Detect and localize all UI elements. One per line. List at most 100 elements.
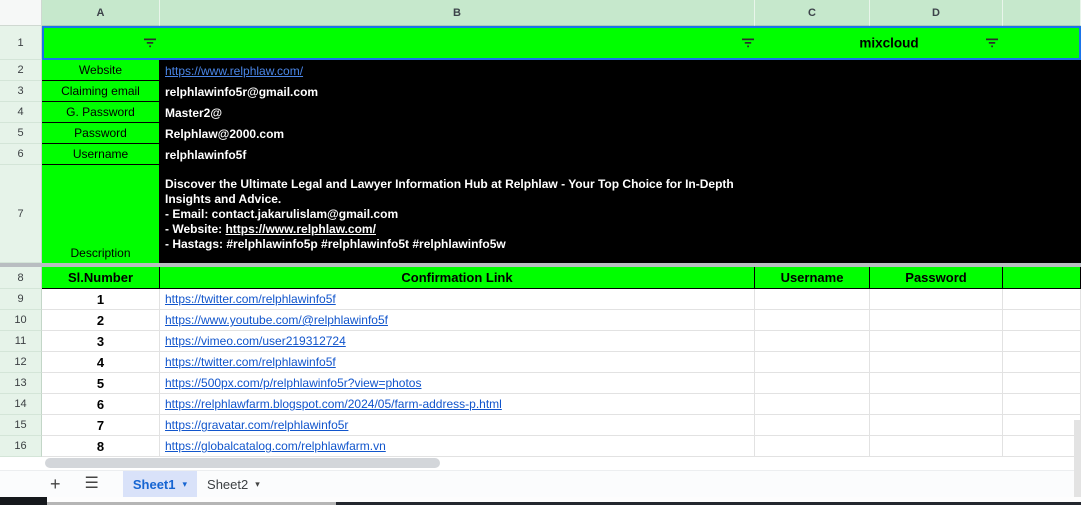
confirmation-link[interactable]: https://twitter.com/relphlawinfo5f [165, 355, 336, 369]
column-header-a[interactable]: A [42, 0, 160, 26]
confirmation-link[interactable]: https://500px.com/p/relphlawinfo5r?view=… [165, 376, 421, 390]
confirmation-link-cell[interactable]: https://twitter.com/relphlawinfo5f [160, 352, 755, 373]
confirmation-link[interactable]: https://twitter.com/relphlawinfo5f [165, 292, 336, 306]
confirmation-link-cell[interactable]: https://twitter.com/relphlawinfo5f [160, 289, 755, 310]
all-sheets-menu-icon[interactable]: ☰ [85, 476, 99, 492]
select-all-corner[interactable] [0, 0, 42, 26]
username-cell[interactable] [755, 415, 870, 436]
confirmation-link-cell[interactable]: https://500px.com/p/relphlawinfo5r?view=… [160, 373, 755, 394]
username-cell[interactable] [755, 373, 870, 394]
column-header-d[interactable]: D [870, 0, 1003, 26]
sl-number-cell[interactable]: 7 [42, 415, 160, 436]
empty-cell[interactable] [1003, 373, 1081, 394]
username-header[interactable]: Username [755, 267, 870, 289]
confirmation-link-cell[interactable]: https://www.youtube.com/@relphlawinfo5f [160, 310, 755, 331]
password-cell[interactable] [870, 373, 1003, 394]
chevron-down-icon[interactable]: ▾ [255, 479, 260, 490]
password-cell[interactable] [870, 415, 1003, 436]
row-number[interactable]: 6 [0, 144, 42, 165]
confirmation-link-cell[interactable]: https://gravatar.com/relphlawinfo5r [160, 415, 755, 436]
password-header[interactable]: Password [870, 267, 1003, 289]
username-cell[interactable] [755, 436, 870, 457]
password-cell[interactable] [870, 394, 1003, 415]
tab-sheet2[interactable]: Sheet2 ▾ [197, 471, 270, 498]
row-number-2[interactable]: 2 [0, 60, 42, 81]
confirmation-link[interactable]: https://gravatar.com/relphlawinfo5r [165, 418, 348, 432]
filter-bar-cell[interactable]: mixcloud [42, 26, 1081, 60]
column-header-e[interactable] [1003, 0, 1081, 26]
column-header-b[interactable]: B [160, 0, 755, 26]
confirmation-link[interactable]: https://vimeo.com/user219312724 [165, 334, 346, 348]
empty-cell[interactable] [1003, 352, 1081, 373]
description-label-cell[interactable]: Description [42, 165, 160, 263]
username-cell[interactable] [755, 352, 870, 373]
add-sheet-button[interactable]: + [50, 475, 61, 493]
empty-header-cell[interactable] [1003, 267, 1081, 289]
password-cell[interactable] [870, 352, 1003, 373]
sl-number-cell[interactable]: 8 [42, 436, 160, 457]
sl-number-cell[interactable]: 6 [42, 394, 160, 415]
row-number[interactable]: 15 [0, 415, 42, 436]
sl-number-cell[interactable]: 2 [42, 310, 160, 331]
empty-cell[interactable] [1003, 331, 1081, 352]
row-number-7[interactable]: 7 [0, 165, 42, 263]
info-value-cell[interactable]: relphlawinfo5f [160, 144, 1081, 165]
empty-cell[interactable] [1003, 436, 1081, 457]
row-number[interactable]: 16 [0, 436, 42, 457]
sl-number-cell[interactable]: 3 [42, 331, 160, 352]
confirmation-link[interactable]: https://globalcatalog.com/relphlawfarm.v… [165, 439, 386, 453]
info-label-cell[interactable]: Claiming email [42, 81, 160, 102]
info-value-cell[interactable]: Relphlaw@2000.com [160, 123, 1081, 144]
username-cell[interactable] [755, 394, 870, 415]
username-cell[interactable] [755, 310, 870, 331]
description-value-cell[interactable]: Discover the Ultimate Legal and Lawyer I… [160, 165, 1081, 263]
info-value-cell[interactable]: Master2@ [160, 102, 1081, 123]
row-number[interactable]: 11 [0, 331, 42, 352]
row-number[interactable]: 13 [0, 373, 42, 394]
tab-sheet1[interactable]: Sheet1 ▾ [122, 470, 198, 498]
confirmation-link[interactable]: https://www.youtube.com/@relphlawinfo5f [165, 313, 388, 327]
password-cell[interactable] [870, 436, 1003, 457]
info-label-cell[interactable]: Username [42, 144, 160, 165]
info-value-cell[interactable]: relphlawinfo5r@gmail.com [160, 81, 1081, 102]
confirmation-link-cell[interactable]: https://globalcatalog.com/relphlawfarm.v… [160, 436, 755, 457]
website-value-cell[interactable]: https://www.relphlaw.com/ [160, 60, 1081, 81]
website-label-cell[interactable]: Website [42, 60, 160, 81]
column-header-c[interactable]: C [755, 0, 870, 26]
password-cell[interactable] [870, 289, 1003, 310]
password-cell[interactable] [870, 331, 1003, 352]
empty-cell[interactable] [1003, 289, 1081, 310]
empty-cell[interactable] [1003, 394, 1081, 415]
row-number-1[interactable]: 1 [0, 26, 42, 60]
vertical-scrollbar[interactable] [1074, 420, 1081, 497]
info-label-cell[interactable]: Password [42, 123, 160, 144]
description-website-link[interactable]: https://www.relphlaw.com/ [225, 222, 375, 236]
row-number[interactable]: 10 [0, 310, 42, 331]
filter-icon[interactable] [143, 38, 157, 48]
username-cell[interactable] [755, 331, 870, 352]
horizontal-scrollbar[interactable] [45, 458, 440, 468]
sl-number-cell[interactable]: 5 [42, 373, 160, 394]
empty-cell[interactable] [1003, 310, 1081, 331]
sl-number-header[interactable]: Sl.Number [42, 267, 160, 289]
row-number[interactable]: 14 [0, 394, 42, 415]
row-number[interactable]: 12 [0, 352, 42, 373]
confirmation-link-cell[interactable]: https://vimeo.com/user219312724 [160, 331, 755, 352]
chevron-down-icon[interactable]: ▾ [183, 479, 188, 490]
confirmation-link-header[interactable]: Confirmation Link [160, 267, 755, 289]
row-number-8[interactable]: 8 [0, 267, 42, 289]
password-cell[interactable] [870, 310, 1003, 331]
filter-icon[interactable] [985, 38, 999, 48]
row-number[interactable]: 3 [0, 81, 42, 102]
sl-number-cell[interactable]: 1 [42, 289, 160, 310]
empty-cell[interactable] [1003, 415, 1081, 436]
website-link[interactable]: https://www.relphlaw.com/ [165, 64, 303, 78]
confirmation-link-cell[interactable]: https://relphlawfarm.blogspot.com/2024/0… [160, 394, 755, 415]
confirmation-link[interactable]: https://relphlawfarm.blogspot.com/2024/0… [165, 397, 502, 411]
info-label-cell[interactable]: G. Password [42, 102, 160, 123]
row-number[interactable]: 4 [0, 102, 42, 123]
filter-icon[interactable] [741, 38, 755, 48]
row-number[interactable]: 5 [0, 123, 42, 144]
sl-number-cell[interactable]: 4 [42, 352, 160, 373]
row-number[interactable]: 9 [0, 289, 42, 310]
